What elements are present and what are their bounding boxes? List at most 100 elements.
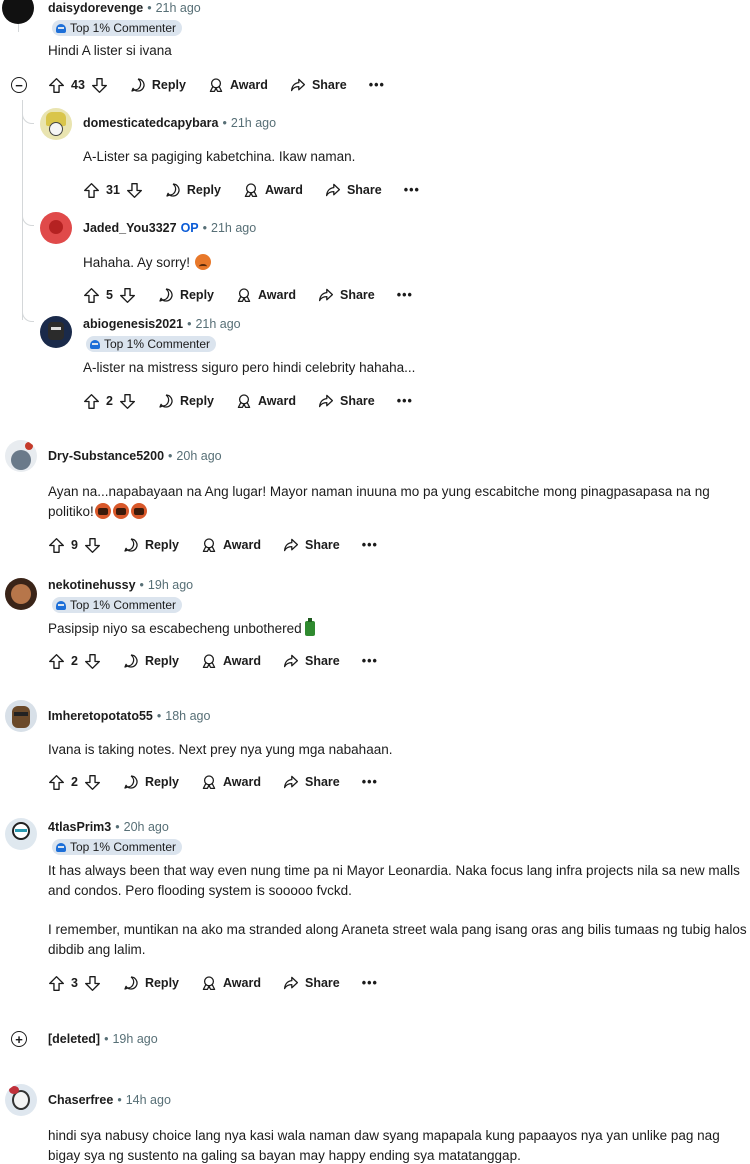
timestamp[interactable]: 19h ago — [148, 578, 193, 592]
downvote-icon[interactable] — [84, 975, 101, 992]
award-icon — [208, 77, 224, 93]
upvote-icon[interactable] — [83, 287, 100, 304]
reply-button[interactable]: Reply — [130, 77, 186, 93]
username[interactable]: Dry-Substance5200 — [48, 449, 164, 463]
award-button[interactable]: Award — [243, 182, 303, 198]
downvote-icon[interactable] — [91, 77, 108, 94]
avatar[interactable] — [40, 212, 72, 244]
comment-body: Ayan na...napabayaan na Ang lugar! Mayor… — [48, 482, 748, 522]
award-button[interactable]: Award — [236, 287, 296, 303]
share-label: Share — [304, 976, 340, 990]
share-icon — [283, 774, 299, 790]
more-options-button[interactable]: ••• — [362, 654, 378, 668]
badge-icon — [90, 339, 100, 349]
reply-button[interactable]: Reply — [123, 537, 179, 553]
badge-icon — [56, 842, 66, 852]
timestamp[interactable]: 21h ago — [195, 317, 240, 331]
share-icon — [318, 393, 334, 409]
share-button[interactable]: Share — [283, 537, 340, 553]
timestamp[interactable]: 21h ago — [211, 221, 256, 235]
thread-curve — [22, 214, 34, 226]
avatar[interactable] — [5, 818, 37, 850]
more-options-button[interactable]: ••• — [362, 976, 378, 990]
expand-thread-icon[interactable]: + — [11, 1031, 27, 1047]
reply-button[interactable]: Reply — [123, 975, 179, 991]
share-button[interactable]: Share — [283, 975, 340, 991]
avatar[interactable] — [40, 108, 72, 140]
share-button[interactable]: Share — [290, 77, 347, 93]
award-button[interactable]: Award — [201, 653, 261, 669]
timestamp[interactable]: 21h ago — [156, 1, 201, 15]
timestamp[interactable]: 20h ago — [176, 449, 221, 463]
reply-button[interactable]: Reply — [165, 182, 221, 198]
award-button[interactable]: Award — [201, 537, 261, 553]
upvote-icon[interactable] — [83, 182, 100, 199]
separator: • — [202, 221, 208, 235]
collapse-thread-icon[interactable]: − — [11, 77, 27, 93]
timestamp[interactable]: 19h ago — [112, 1032, 157, 1046]
award-button[interactable]: Award — [201, 774, 261, 790]
username[interactable]: daisydorevenge — [48, 1, 143, 15]
separator: • — [115, 820, 120, 834]
more-options-button[interactable]: ••• — [362, 538, 378, 552]
avatar[interactable] — [40, 316, 72, 348]
share-label: Share — [304, 775, 340, 789]
timestamp[interactable]: 18h ago — [165, 709, 210, 723]
more-options-button[interactable]: ••• — [369, 78, 385, 92]
upvote-icon[interactable] — [48, 653, 65, 670]
reply-label: Reply — [179, 288, 214, 302]
more-options-button[interactable]: ••• — [397, 394, 413, 408]
downvote-icon[interactable] — [84, 537, 101, 554]
reply-label: Reply — [144, 775, 179, 789]
username[interactable]: 4tlasPrim3 — [48, 820, 111, 834]
share-button[interactable]: Share — [283, 653, 340, 669]
more-options-button[interactable]: ••• — [404, 183, 420, 197]
username[interactable]: Jaded_You3327 — [83, 221, 177, 235]
upvote-icon[interactable] — [48, 774, 65, 791]
upvote-icon[interactable] — [48, 975, 65, 992]
reply-button[interactable]: Reply — [123, 774, 179, 790]
share-label: Share — [339, 288, 375, 302]
comment-meta: daisydorevenge • 21h ago — [48, 1, 201, 15]
avatar[interactable] — [5, 440, 37, 472]
username[interactable]: Chaserfree — [48, 1093, 113, 1107]
reply-button[interactable]: Reply — [123, 653, 179, 669]
downvote-icon[interactable] — [84, 653, 101, 670]
timestamp[interactable]: 21h ago — [231, 116, 276, 130]
downvote-icon[interactable] — [119, 287, 136, 304]
share-button[interactable]: Share — [318, 287, 375, 303]
avatar[interactable] — [5, 578, 37, 610]
timestamp[interactable]: 20h ago — [124, 820, 169, 834]
avatar[interactable] — [5, 1084, 37, 1116]
share-button[interactable]: Share — [283, 774, 340, 790]
reply-button[interactable]: Reply — [158, 287, 214, 303]
downvote-icon[interactable] — [119, 393, 136, 410]
username[interactable]: Imheretopotato55 — [48, 709, 153, 723]
award-button[interactable]: Award — [236, 393, 296, 409]
upvote-icon[interactable] — [48, 537, 65, 554]
comment-meta: abiogenesis2021 • 21h ago — [83, 317, 241, 331]
reply-button[interactable]: Reply — [158, 393, 214, 409]
award-button[interactable]: Award — [208, 77, 268, 93]
share-button[interactable]: Share — [318, 393, 375, 409]
more-options-button[interactable]: ••• — [397, 288, 413, 302]
downvote-icon[interactable] — [84, 774, 101, 791]
timestamp[interactable]: 14h ago — [126, 1093, 171, 1107]
upvote-icon[interactable] — [83, 393, 100, 410]
avatar[interactable] — [5, 700, 37, 732]
badge-label: Top 1% Commenter — [70, 840, 177, 854]
username[interactable]: nekotinehussy — [48, 578, 136, 592]
comment-meta: nekotinehussy • 19h ago — [48, 578, 193, 592]
comment-body: A-Lister sa pagiging kabetchina. Ikaw na… — [83, 149, 356, 164]
share-button[interactable]: Share — [325, 182, 382, 198]
username[interactable]: abiogenesis2021 — [83, 317, 183, 331]
more-options-button[interactable]: ••• — [362, 775, 378, 789]
upvote-icon[interactable] — [48, 77, 65, 94]
downvote-icon[interactable] — [126, 182, 143, 199]
username[interactable]: domesticatedcapybara — [83, 116, 218, 130]
comment-body: hindi sya nabusy choice lang nya kasi wa… — [48, 1128, 720, 1163]
comment-body: Hahaha. Ay sorry! — [83, 253, 212, 273]
award-button[interactable]: Award — [201, 975, 261, 991]
separator: • — [222, 116, 227, 130]
avatar[interactable] — [2, 0, 34, 24]
